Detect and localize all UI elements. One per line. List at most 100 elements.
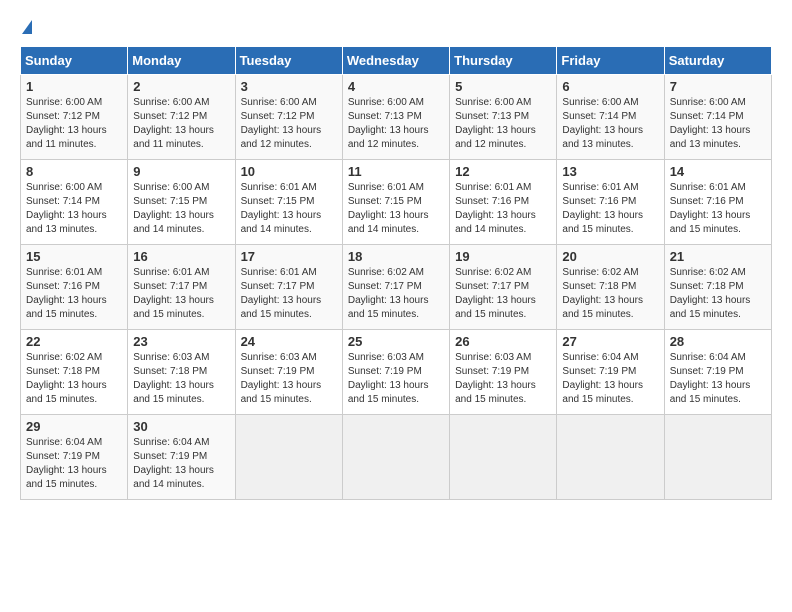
day-number: 19 (455, 249, 551, 264)
page-header (20, 20, 772, 36)
calendar-cell: 24 Sunrise: 6:03 AM Sunset: 7:19 PM Dayl… (235, 330, 342, 415)
day-number: 12 (455, 164, 551, 179)
calendar-cell: 15 Sunrise: 6:01 AM Sunset: 7:16 PM Dayl… (21, 245, 128, 330)
calendar-cell: 8 Sunrise: 6:00 AM Sunset: 7:14 PM Dayli… (21, 160, 128, 245)
calendar-cell: 25 Sunrise: 6:03 AM Sunset: 7:19 PM Dayl… (342, 330, 449, 415)
logo (20, 20, 32, 36)
calendar-cell (450, 415, 557, 500)
calendar-cell: 3 Sunrise: 6:00 AM Sunset: 7:12 PM Dayli… (235, 75, 342, 160)
day-details: Sunrise: 6:01 AM Sunset: 7:17 PM Dayligh… (133, 266, 229, 322)
day-details: Sunrise: 6:04 AM Sunset: 7:19 PM Dayligh… (670, 351, 766, 407)
calendar-cell: 30 Sunrise: 6:04 AM Sunset: 7:19 PM Dayl… (128, 415, 235, 500)
day-details: Sunrise: 6:00 AM Sunset: 7:12 PM Dayligh… (133, 96, 229, 152)
calendar-cell: 7 Sunrise: 6:00 AM Sunset: 7:14 PM Dayli… (664, 75, 771, 160)
day-number: 9 (133, 164, 229, 179)
day-details: Sunrise: 6:03 AM Sunset: 7:19 PM Dayligh… (455, 351, 551, 407)
calendar-cell: 13 Sunrise: 6:01 AM Sunset: 7:16 PM Dayl… (557, 160, 664, 245)
calendar-week-4: 22 Sunrise: 6:02 AM Sunset: 7:18 PM Dayl… (21, 330, 772, 415)
day-details: Sunrise: 6:01 AM Sunset: 7:16 PM Dayligh… (670, 181, 766, 237)
day-number: 21 (670, 249, 766, 264)
day-details: Sunrise: 6:00 AM Sunset: 7:14 PM Dayligh… (670, 96, 766, 152)
calendar-cell: 10 Sunrise: 6:01 AM Sunset: 7:15 PM Dayl… (235, 160, 342, 245)
calendar-cell: 28 Sunrise: 6:04 AM Sunset: 7:19 PM Dayl… (664, 330, 771, 415)
calendar-cell: 19 Sunrise: 6:02 AM Sunset: 7:17 PM Dayl… (450, 245, 557, 330)
calendar-cell: 2 Sunrise: 6:00 AM Sunset: 7:12 PM Dayli… (128, 75, 235, 160)
day-details: Sunrise: 6:02 AM Sunset: 7:18 PM Dayligh… (562, 266, 658, 322)
days-header-row: SundayMondayTuesdayWednesdayThursdayFrid… (21, 47, 772, 75)
day-number: 15 (26, 249, 122, 264)
day-number: 3 (241, 79, 337, 94)
calendar-cell: 21 Sunrise: 6:02 AM Sunset: 7:18 PM Dayl… (664, 245, 771, 330)
day-number: 10 (241, 164, 337, 179)
day-number: 14 (670, 164, 766, 179)
day-number: 2 (133, 79, 229, 94)
calendar-cell: 17 Sunrise: 6:01 AM Sunset: 7:17 PM Dayl… (235, 245, 342, 330)
calendar-body: 1 Sunrise: 6:00 AM Sunset: 7:12 PM Dayli… (21, 75, 772, 500)
day-details: Sunrise: 6:04 AM Sunset: 7:19 PM Dayligh… (26, 436, 122, 492)
day-number: 26 (455, 334, 551, 349)
calendar-cell: 14 Sunrise: 6:01 AM Sunset: 7:16 PM Dayl… (664, 160, 771, 245)
calendar-cell: 23 Sunrise: 6:03 AM Sunset: 7:18 PM Dayl… (128, 330, 235, 415)
calendar-cell: 29 Sunrise: 6:04 AM Sunset: 7:19 PM Dayl… (21, 415, 128, 500)
day-details: Sunrise: 6:00 AM Sunset: 7:12 PM Dayligh… (26, 96, 122, 152)
calendar-cell: 18 Sunrise: 6:02 AM Sunset: 7:17 PM Dayl… (342, 245, 449, 330)
day-number: 8 (26, 164, 122, 179)
day-details: Sunrise: 6:00 AM Sunset: 7:13 PM Dayligh… (348, 96, 444, 152)
day-number: 17 (241, 249, 337, 264)
calendar-cell: 11 Sunrise: 6:01 AM Sunset: 7:15 PM Dayl… (342, 160, 449, 245)
day-number: 11 (348, 164, 444, 179)
calendar-cell (664, 415, 771, 500)
day-details: Sunrise: 6:02 AM Sunset: 7:17 PM Dayligh… (348, 266, 444, 322)
day-details: Sunrise: 6:02 AM Sunset: 7:17 PM Dayligh… (455, 266, 551, 322)
calendar-cell: 5 Sunrise: 6:00 AM Sunset: 7:13 PM Dayli… (450, 75, 557, 160)
calendar-cell: 12 Sunrise: 6:01 AM Sunset: 7:16 PM Dayl… (450, 160, 557, 245)
day-details: Sunrise: 6:01 AM Sunset: 7:15 PM Dayligh… (241, 181, 337, 237)
day-details: Sunrise: 6:03 AM Sunset: 7:19 PM Dayligh… (348, 351, 444, 407)
calendar-cell: 1 Sunrise: 6:00 AM Sunset: 7:12 PM Dayli… (21, 75, 128, 160)
calendar-cell: 6 Sunrise: 6:00 AM Sunset: 7:14 PM Dayli… (557, 75, 664, 160)
calendar-cell: 27 Sunrise: 6:04 AM Sunset: 7:19 PM Dayl… (557, 330, 664, 415)
day-header-saturday: Saturday (664, 47, 771, 75)
day-details: Sunrise: 6:00 AM Sunset: 7:14 PM Dayligh… (562, 96, 658, 152)
day-number: 4 (348, 79, 444, 94)
logo-icon (22, 20, 32, 34)
day-number: 6 (562, 79, 658, 94)
calendar-cell: 4 Sunrise: 6:00 AM Sunset: 7:13 PM Dayli… (342, 75, 449, 160)
day-number: 1 (26, 79, 122, 94)
calendar-table: SundayMondayTuesdayWednesdayThursdayFrid… (20, 46, 772, 500)
day-number: 28 (670, 334, 766, 349)
calendar-week-3: 15 Sunrise: 6:01 AM Sunset: 7:16 PM Dayl… (21, 245, 772, 330)
day-number: 16 (133, 249, 229, 264)
day-number: 7 (670, 79, 766, 94)
day-number: 5 (455, 79, 551, 94)
day-details: Sunrise: 6:01 AM Sunset: 7:17 PM Dayligh… (241, 266, 337, 322)
calendar-cell: 16 Sunrise: 6:01 AM Sunset: 7:17 PM Dayl… (128, 245, 235, 330)
day-number: 30 (133, 419, 229, 434)
day-number: 22 (26, 334, 122, 349)
day-details: Sunrise: 6:03 AM Sunset: 7:18 PM Dayligh… (133, 351, 229, 407)
calendar-cell: 22 Sunrise: 6:02 AM Sunset: 7:18 PM Dayl… (21, 330, 128, 415)
day-details: Sunrise: 6:00 AM Sunset: 7:15 PM Dayligh… (133, 181, 229, 237)
day-number: 18 (348, 249, 444, 264)
day-details: Sunrise: 6:03 AM Sunset: 7:19 PM Dayligh… (241, 351, 337, 407)
day-header-thursday: Thursday (450, 47, 557, 75)
day-details: Sunrise: 6:00 AM Sunset: 7:12 PM Dayligh… (241, 96, 337, 152)
day-details: Sunrise: 6:01 AM Sunset: 7:16 PM Dayligh… (26, 266, 122, 322)
day-header-monday: Monday (128, 47, 235, 75)
calendar-cell (235, 415, 342, 500)
day-details: Sunrise: 6:01 AM Sunset: 7:16 PM Dayligh… (562, 181, 658, 237)
day-number: 24 (241, 334, 337, 349)
calendar-cell: 20 Sunrise: 6:02 AM Sunset: 7:18 PM Dayl… (557, 245, 664, 330)
calendar-week-2: 8 Sunrise: 6:00 AM Sunset: 7:14 PM Dayli… (21, 160, 772, 245)
day-details: Sunrise: 6:01 AM Sunset: 7:16 PM Dayligh… (455, 181, 551, 237)
day-details: Sunrise: 6:00 AM Sunset: 7:14 PM Dayligh… (26, 181, 122, 237)
day-number: 13 (562, 164, 658, 179)
day-header-wednesday: Wednesday (342, 47, 449, 75)
day-number: 27 (562, 334, 658, 349)
day-header-sunday: Sunday (21, 47, 128, 75)
day-details: Sunrise: 6:01 AM Sunset: 7:15 PM Dayligh… (348, 181, 444, 237)
day-details: Sunrise: 6:02 AM Sunset: 7:18 PM Dayligh… (26, 351, 122, 407)
calendar-week-1: 1 Sunrise: 6:00 AM Sunset: 7:12 PM Dayli… (21, 75, 772, 160)
day-number: 23 (133, 334, 229, 349)
calendar-cell: 9 Sunrise: 6:00 AM Sunset: 7:15 PM Dayli… (128, 160, 235, 245)
